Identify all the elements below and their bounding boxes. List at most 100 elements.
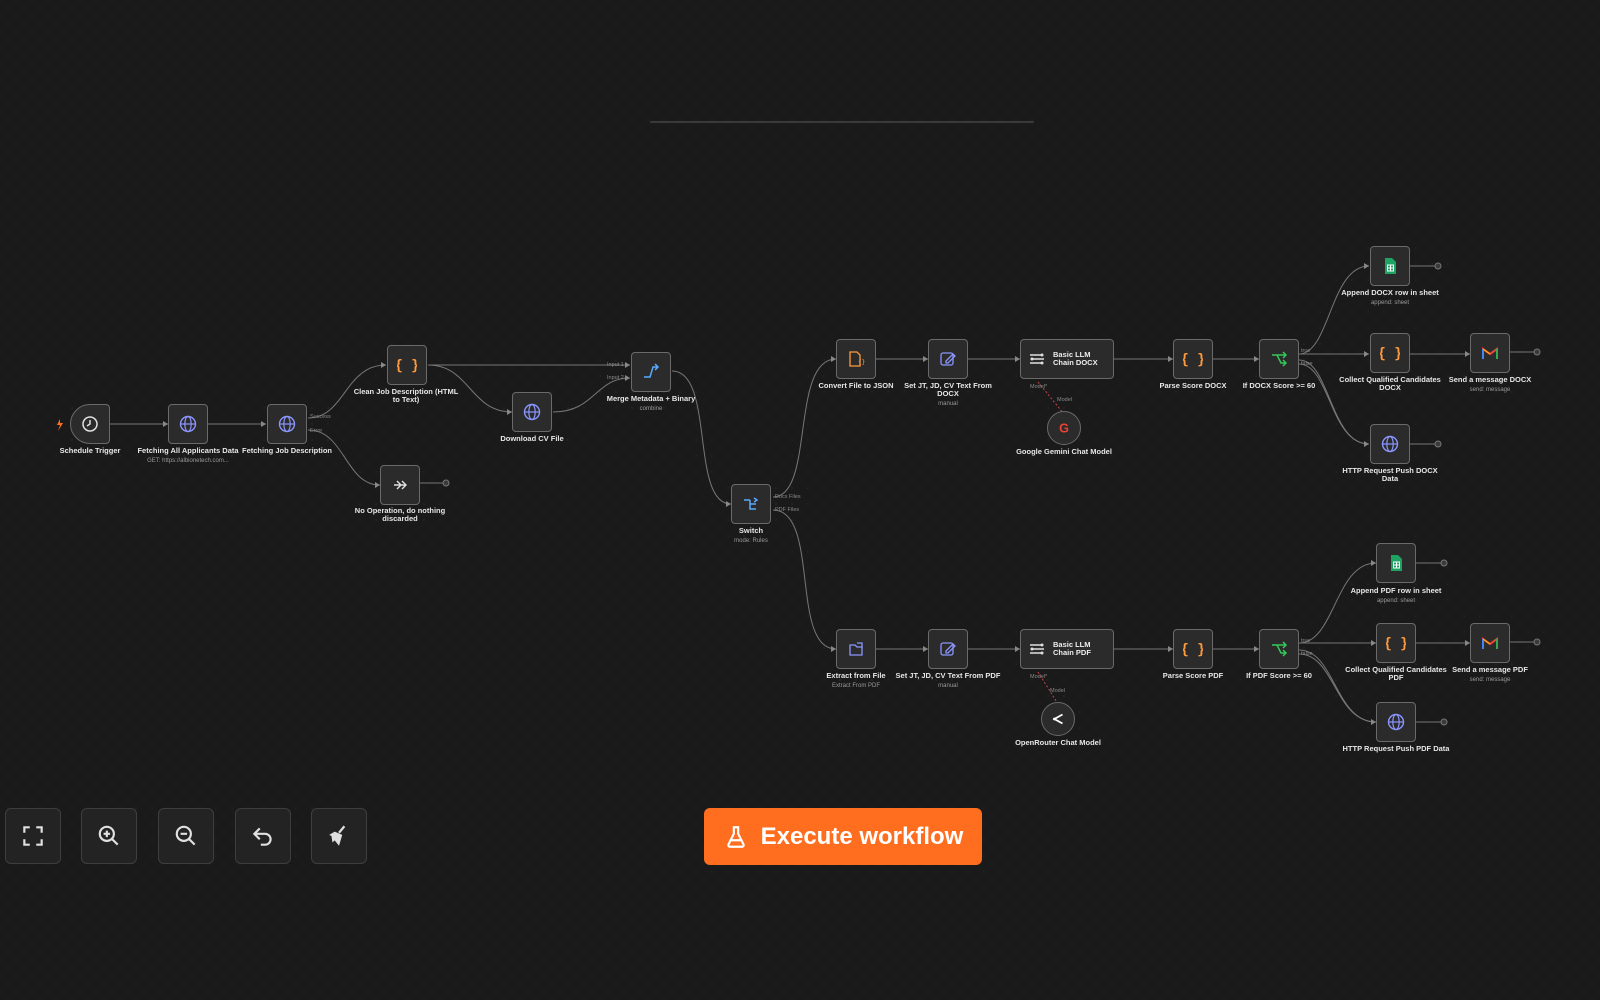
convert-json-node[interactable]: {} xyxy=(836,339,876,379)
collect-docx-label: Collect Qualified Candidates DOCX xyxy=(1339,375,1441,392)
code-braces-icon: { } xyxy=(1183,642,1203,658)
port-success-label: Success xyxy=(310,414,331,420)
parse-pdf-node[interactable]: { } xyxy=(1173,629,1213,669)
fetch-job-label: Fetching Job Description xyxy=(241,446,332,455)
parse-docx-node[interactable]: { } xyxy=(1173,339,1213,379)
chain-icon xyxy=(1030,643,1044,655)
set-docx-label: Set JT, JD, CV Text From DOCX manual xyxy=(904,381,992,408)
gmail-icon xyxy=(1482,347,1498,359)
svg-text:{ }: { } xyxy=(1183,642,1203,658)
undo-button[interactable] xyxy=(235,808,291,864)
openrouter-label: OpenRouter Chat Model xyxy=(1015,738,1101,747)
if-docx-node[interactable] xyxy=(1259,339,1299,379)
fetch-applicants-node[interactable] xyxy=(168,404,208,444)
clean-job-node[interactable]: { } xyxy=(387,345,427,385)
openrouter-node[interactable] xyxy=(1041,702,1075,736)
openrouter-model-port: Model xyxy=(1050,688,1065,694)
set-docx-node[interactable] xyxy=(928,339,968,379)
code-braces-icon: { } xyxy=(1386,636,1406,652)
set-pdf-node[interactable] xyxy=(928,629,968,669)
zoom-out-icon xyxy=(175,825,196,846)
svg-text:{ }: { } xyxy=(1380,346,1400,362)
switch-label: Switch mode: Rules xyxy=(734,526,768,545)
globe-icon xyxy=(179,415,197,433)
if-pdf-true-port: true xyxy=(1301,638,1311,644)
gemini-model-port: Model xyxy=(1057,397,1072,403)
http-docx-node[interactable] xyxy=(1370,424,1410,464)
fetch-job-node[interactable] xyxy=(267,404,307,444)
extract-file-node[interactable] xyxy=(836,629,876,669)
fetch-applicants-label: Fetching All Applicants Data GET: https:/… xyxy=(137,446,239,465)
clock-icon xyxy=(82,416,98,432)
if-docx-label: If DOCX Score >= 60 xyxy=(1242,381,1316,390)
openrouter-icon xyxy=(1052,713,1063,725)
switch-node[interactable] xyxy=(731,484,771,524)
execute-workflow-button[interactable]: Execute workflow xyxy=(704,808,982,865)
no-op-label: No Operation, do nothing discarded xyxy=(354,506,446,523)
zoom-out-button[interactable] xyxy=(158,808,214,864)
globe-icon xyxy=(1387,713,1405,731)
port-error-label: Error xyxy=(310,428,323,434)
svg-text:{ }: { } xyxy=(1183,352,1203,368)
gemini-node[interactable]: G xyxy=(1047,411,1081,445)
collect-docx-node[interactable]: { } xyxy=(1370,333,1410,373)
branch-icon xyxy=(1272,641,1288,657)
llm-pdf-title: Basic LLM Chain PDF xyxy=(1053,640,1091,657)
file-export-icon xyxy=(849,642,863,656)
llm-pdf-node[interactable]: Basic LLM Chain PDF xyxy=(1020,629,1114,669)
download-cv-node[interactable] xyxy=(512,392,552,432)
merge-input1-label: Input 1 xyxy=(607,362,624,368)
chain-icon xyxy=(1030,353,1044,365)
if-docx-true-port: true xyxy=(1301,348,1311,354)
if-pdf-label: If PDF Score >= 60 xyxy=(1246,671,1312,680)
edit-icon xyxy=(940,352,956,366)
zoom-in-icon xyxy=(98,825,119,846)
send-docx-label: Send a message DOCX send: message xyxy=(1448,375,1532,394)
tidy-up-button[interactable] xyxy=(311,808,367,864)
http-docx-label: HTTP Request Push DOCX Data xyxy=(1342,466,1438,483)
set-pdf-label: Set JT, JD, CV Text From PDF manual xyxy=(895,671,1001,690)
llm-docx-model-port: Model* xyxy=(1030,384,1048,390)
merge-input2-label: Input 2 xyxy=(607,375,624,381)
switch-out-pdf-label: PDF Files xyxy=(775,507,800,513)
zoom-in-button[interactable] xyxy=(81,808,137,864)
if-pdf-node[interactable] xyxy=(1259,629,1299,669)
code-braces-icon: { } xyxy=(1183,352,1203,368)
append-pdf-label: Append PDF row in sheet append: sheet xyxy=(1350,586,1442,605)
merge-label: Merge Metadata + Binary combine xyxy=(606,394,696,413)
llm-docx-title: Basic LLM Chain DOCX xyxy=(1053,350,1098,367)
collect-pdf-node[interactable]: { } xyxy=(1376,623,1416,663)
append-pdf-node[interactable] xyxy=(1376,543,1416,583)
no-op-node[interactable] xyxy=(380,465,420,505)
edit-icon xyxy=(940,642,956,656)
google-sheets-icon xyxy=(1385,258,1396,274)
flask-icon xyxy=(726,825,745,848)
code-braces-icon: { } xyxy=(1380,346,1400,362)
send-docx-node[interactable] xyxy=(1470,333,1510,373)
double-arrow-icon xyxy=(394,480,407,490)
if-docx-false-port: false xyxy=(1301,361,1313,367)
gemini-label: Google Gemini Chat Model xyxy=(1016,447,1112,456)
globe-icon xyxy=(523,403,541,421)
fit-to-view-button[interactable] xyxy=(5,808,61,864)
gmail-icon xyxy=(1482,637,1498,649)
google-sheets-icon xyxy=(1391,555,1402,571)
fullscreen-icon xyxy=(23,826,43,846)
svg-text:{ }: { } xyxy=(397,358,417,374)
schedule-trigger-node[interactable] xyxy=(70,404,110,444)
svg-text:{}: {} xyxy=(858,359,865,366)
llm-docx-node[interactable]: Basic LLM Chain DOCX xyxy=(1020,339,1114,379)
append-docx-node[interactable] xyxy=(1370,246,1410,286)
broom-icon xyxy=(329,825,346,846)
download-cv-label: Download CV File xyxy=(500,434,564,443)
branch-icon xyxy=(1272,351,1288,367)
merge-node[interactable] xyxy=(631,352,671,392)
if-pdf-false-port: false xyxy=(1301,651,1313,657)
append-docx-label: Append DOCX row in sheet append: sheet xyxy=(1341,288,1439,307)
execute-workflow-label: Execute workflow xyxy=(760,822,964,850)
send-pdf-node[interactable] xyxy=(1470,623,1510,663)
globe-icon xyxy=(278,415,296,433)
http-pdf-node[interactable] xyxy=(1376,702,1416,742)
send-pdf-label: Send a message PDF send: message xyxy=(1452,665,1528,684)
google-icon: G xyxy=(1059,422,1069,436)
